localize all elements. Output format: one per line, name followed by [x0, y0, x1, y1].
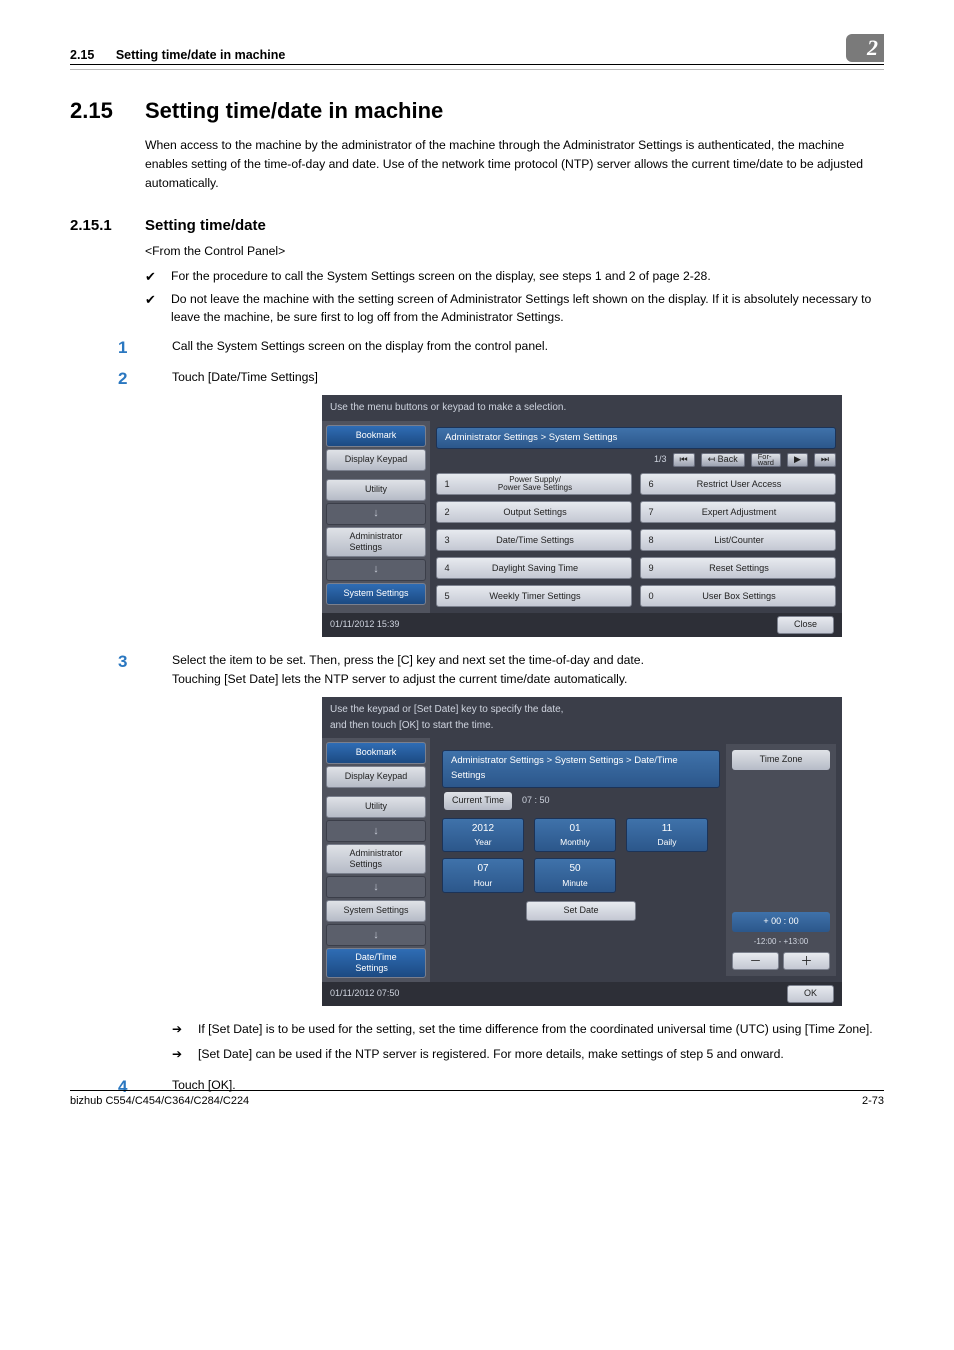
step-number: 2: [118, 366, 152, 392]
option-reset-settings[interactable]: 9Reset Settings: [640, 557, 836, 579]
year-field[interactable]: 2012Year: [442, 818, 524, 853]
bookmark-tab[interactable]: Bookmark: [326, 742, 426, 764]
panel-date-time-settings: Use the keypad or [Set Date] key to spec…: [322, 697, 842, 1006]
panel-instruction: Use the menu buttons or keypad to make a…: [322, 395, 842, 421]
status-bar: 01/11/2012 15:39 Close: [322, 613, 842, 637]
option-restrict-user[interactable]: 6Restrict User Access: [640, 473, 836, 495]
header-section-number: 2.15: [70, 48, 94, 62]
step-number: 1: [118, 335, 152, 361]
panel-system-settings: Use the menu buttons or keypad to make a…: [322, 395, 842, 637]
page-first-button[interactable]: ⏮: [673, 453, 695, 467]
step: 3 Select the item to be set. Then, press…: [118, 651, 884, 1064]
current-time-label: Current Time: [444, 792, 512, 810]
option-power-save[interactable]: 1Power Supply/ Power Save Settings: [436, 473, 632, 495]
time-zone-label: Time Zone: [732, 750, 830, 770]
time-zone-value: + 00 : 00: [732, 912, 830, 932]
chapter-number: 2: [867, 35, 878, 61]
down-arrow-icon: ↓: [326, 503, 426, 525]
bookmark-tab[interactable]: Bookmark: [326, 425, 426, 447]
step-notes-list: If [Set Date] is to be used for the sett…: [172, 1020, 884, 1064]
hour-field[interactable]: 07Hour: [442, 858, 524, 893]
intro-paragraph: When access to the machine by the admini…: [145, 136, 884, 193]
options-grid: 1Power Supply/ Power Save Settings 6Rest…: [436, 473, 836, 607]
display-keypad-tab[interactable]: Display Keypad: [326, 766, 426, 788]
administrator-settings-button[interactable]: Administrator Settings: [326, 527, 426, 557]
step-note: [Set Date] can be used if the NTP server…: [172, 1045, 884, 1064]
minute-field[interactable]: 50Minute: [534, 858, 616, 893]
date-time-settings-button[interactable]: Date/Time Settings: [326, 948, 426, 978]
page-footer: bizhub C554/C454/C364/C284/C224 2-73: [70, 1090, 884, 1107]
subsection-heading: 2.15.1 Setting time/date: [70, 217, 884, 234]
step-text: Select the item to be set. Then, press t…: [172, 653, 644, 667]
step-note: If [Set Date] is to be used for the sett…: [172, 1020, 884, 1039]
step-text: Call the System Settings screen on the d…: [172, 339, 548, 353]
page-last-button[interactable]: ⏭: [814, 453, 836, 467]
option-user-box-settings[interactable]: 0User Box Settings: [640, 585, 836, 607]
page-back-button[interactable]: ↤ Back: [701, 453, 745, 467]
footer-model: bizhub C554/C454/C364/C284/C224: [70, 1095, 249, 1107]
down-arrow-icon: ↓: [326, 820, 426, 842]
down-arrow-icon: ↓: [326, 876, 426, 898]
section-heading: 2.15 Setting time/date in machine: [70, 98, 884, 124]
breadcrumb: Administrator Settings > System Settings…: [442, 750, 720, 787]
prerequisite-item: Do not leave the machine with the settin…: [145, 290, 884, 328]
panel-instruction: Use the keypad or [Set Date] key to spec…: [322, 697, 842, 738]
step-text: Touch [Date/Time Settings]: [172, 370, 318, 384]
month-field[interactable]: 01Monthly: [534, 818, 616, 853]
panel-left-column: Bookmark Display Keypad Utility ↓ Admini…: [322, 738, 430, 982]
down-arrow-icon: ↓: [326, 559, 426, 581]
time-zone-panel: Time Zone + 00 : 00 -12:00 - +13:00 － ＋: [726, 744, 836, 976]
header-section-title: Setting time/date in machine: [116, 48, 285, 62]
status-datetime: 01/11/2012 07:50: [330, 987, 399, 1001]
ok-button[interactable]: OK: [787, 985, 834, 1003]
section-heading-number: 2.15: [70, 98, 145, 124]
step: 2 Touch [Date/Time Settings] Use the men…: [118, 368, 884, 637]
down-arrow-icon: ↓: [326, 924, 426, 946]
footer-page-number: 2-73: [862, 1095, 884, 1107]
utility-button[interactable]: Utility: [326, 796, 426, 818]
chapter-number-box: 2: [846, 34, 884, 62]
subsection-heading-number: 2.15.1: [70, 217, 145, 234]
system-settings-button[interactable]: System Settings: [326, 583, 426, 605]
section-heading-title: Setting time/date in machine: [145, 98, 443, 124]
option-expert-adjustment[interactable]: 7Expert Adjustment: [640, 501, 836, 523]
prerequisite-item: For the procedure to call the System Set…: [145, 267, 884, 286]
day-field[interactable]: 11Daily: [626, 818, 708, 853]
prerequisite-list: For the procedure to call the System Set…: [145, 267, 884, 328]
administrator-settings-button[interactable]: Administrator Settings: [326, 844, 426, 874]
running-header: 2.15 Setting time/date in machine 2: [70, 34, 884, 65]
page-forward-button[interactable]: For- ward: [751, 453, 781, 467]
subsection-heading-title: Setting time/date: [145, 217, 266, 234]
option-output-settings[interactable]: 2Output Settings: [436, 501, 632, 523]
step-number: 3: [118, 649, 152, 675]
page-next-button[interactable]: ▶: [787, 453, 808, 467]
pagination-bar: 1/3 ⏮ ↤ Back For- ward ▶ ⏭: [436, 453, 836, 467]
set-date-button[interactable]: Set Date: [526, 901, 636, 921]
close-button[interactable]: Close: [777, 616, 834, 634]
option-daylight-saving[interactable]: 4Daylight Saving Time: [436, 557, 632, 579]
time-zone-minus-button[interactable]: －: [732, 952, 779, 970]
step: 1 Call the System Settings screen on the…: [118, 337, 884, 356]
step-text-line-2: Touching [Set Date] lets the NTP server …: [172, 672, 627, 686]
display-keypad-tab[interactable]: Display Keypad: [326, 449, 426, 471]
current-time-value: 07 : 50: [522, 794, 550, 808]
status-bar: 01/11/2012 07:50 OK: [322, 982, 842, 1006]
page-indicator: 1/3: [654, 453, 667, 467]
option-date-time-settings[interactable]: 3Date/Time Settings: [436, 529, 632, 551]
breadcrumb: Administrator Settings > System Settings: [436, 427, 836, 450]
option-list-counter[interactable]: 8List/Counter: [640, 529, 836, 551]
system-settings-button[interactable]: System Settings: [326, 900, 426, 922]
utility-button[interactable]: Utility: [326, 479, 426, 501]
panel-left-column: Bookmark Display Keypad Utility ↓ Admini…: [322, 421, 430, 614]
header-rule: [70, 69, 884, 70]
steps-list: 1 Call the System Settings screen on the…: [118, 337, 884, 1095]
status-datetime: 01/11/2012 15:39: [330, 618, 399, 632]
time-zone-range: -12:00 - +13:00: [732, 936, 830, 948]
time-zone-plus-button[interactable]: ＋: [783, 952, 830, 970]
from-control-panel: <From the Control Panel>: [145, 242, 884, 261]
option-weekly-timer[interactable]: 5Weekly Timer Settings: [436, 585, 632, 607]
